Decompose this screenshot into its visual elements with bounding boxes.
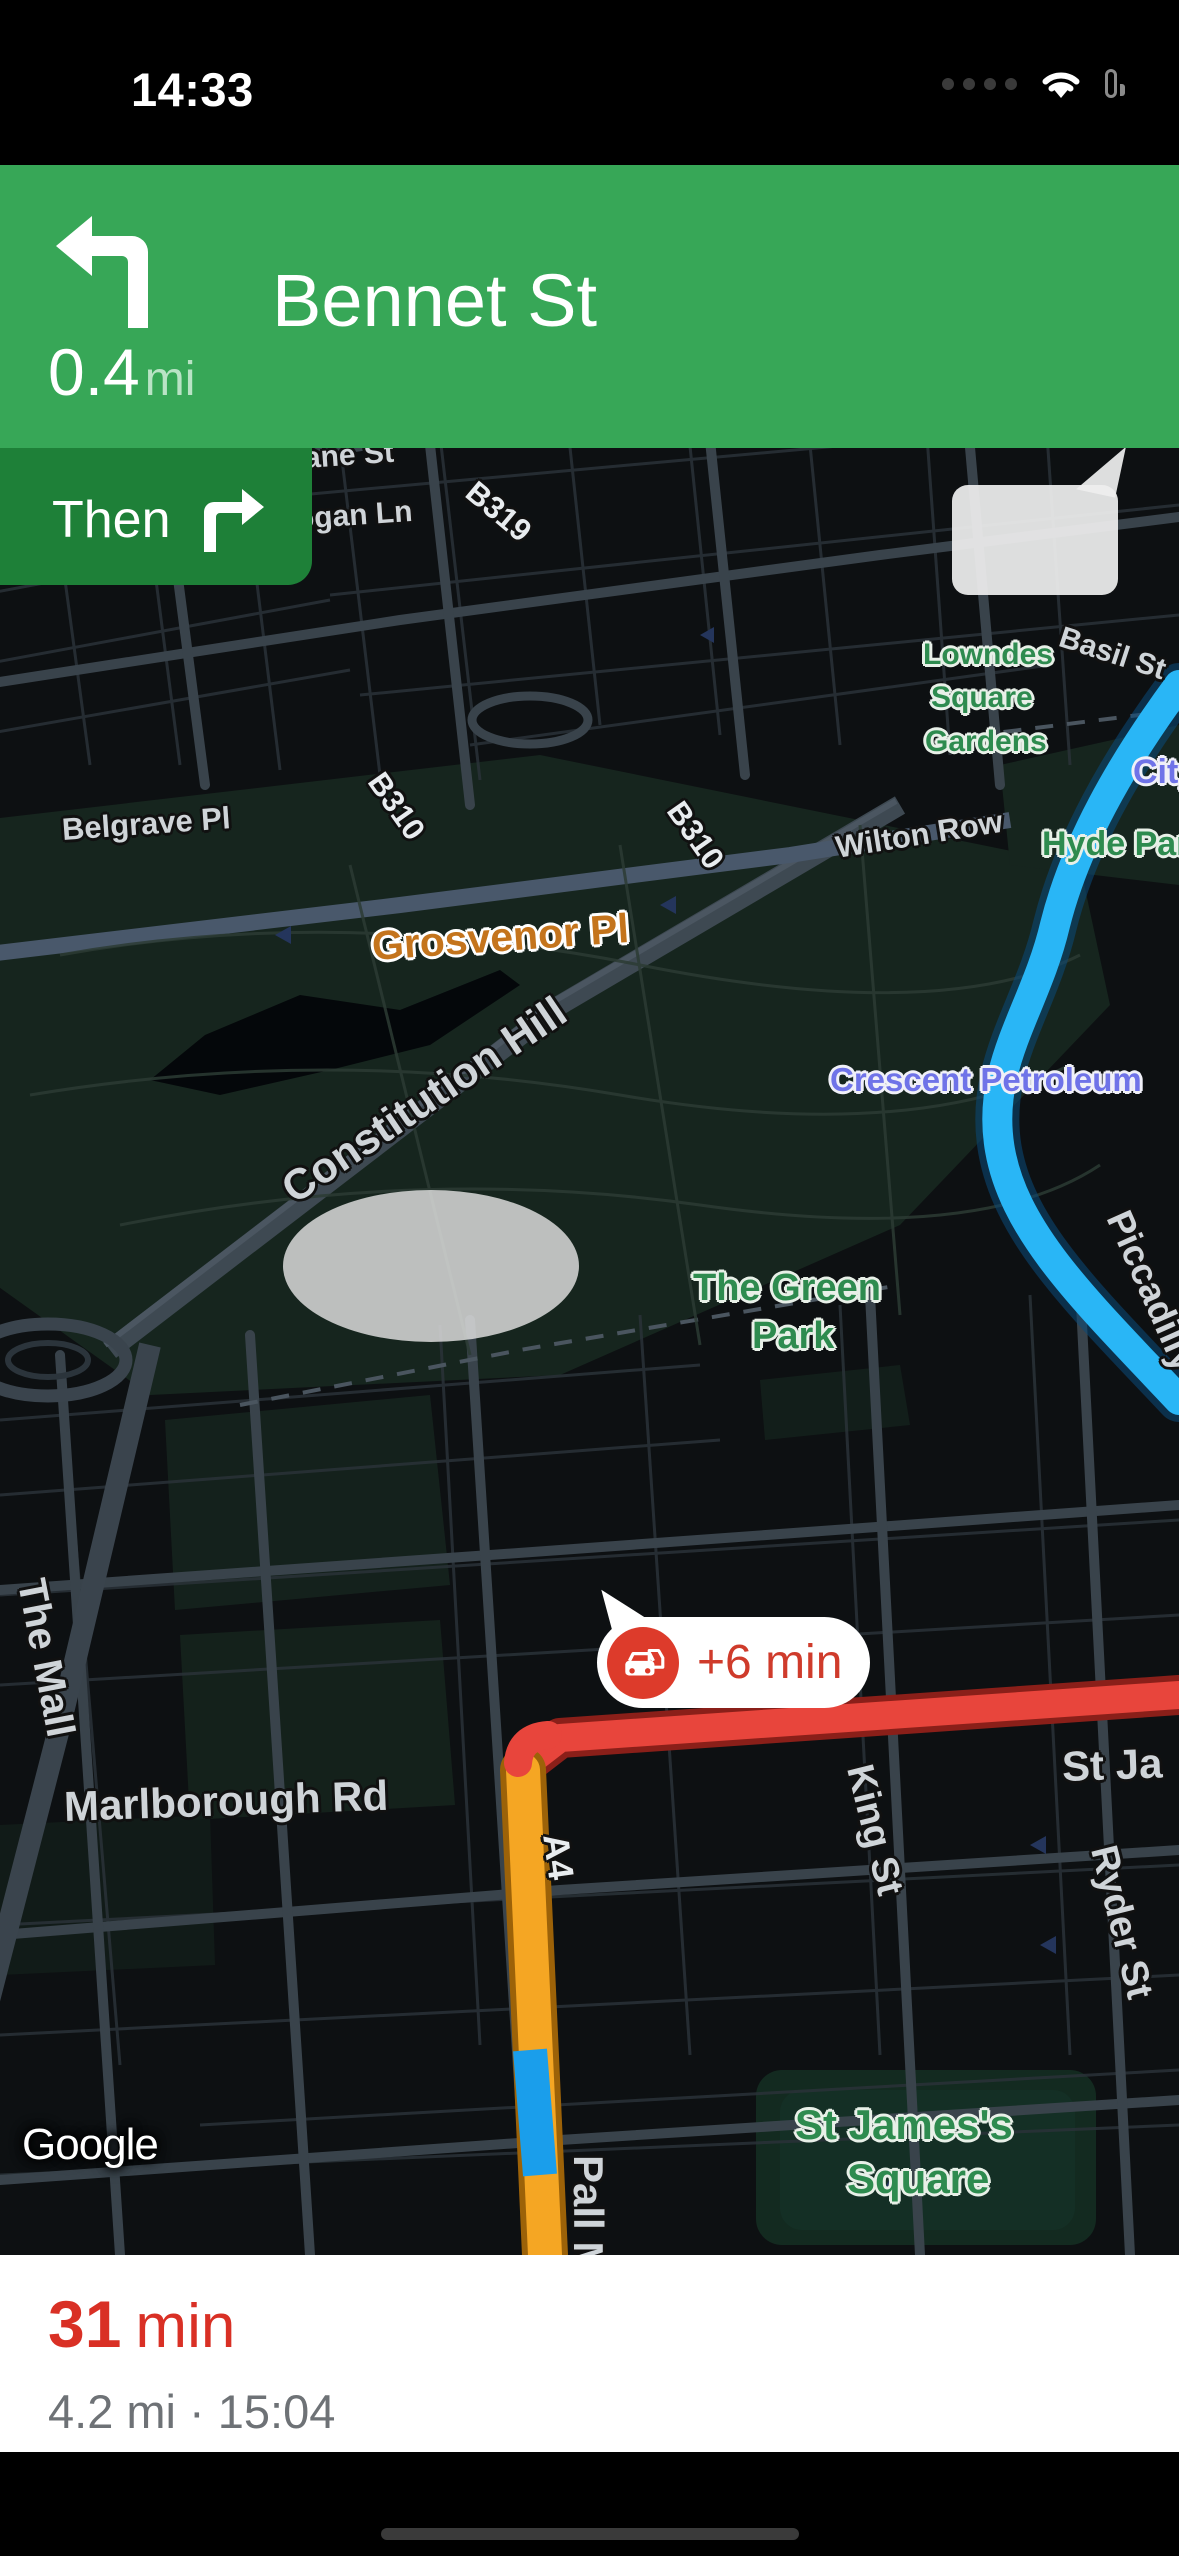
eta-minutes-unit: min bbox=[135, 2292, 236, 2361]
home-indicator[interactable] bbox=[380, 2528, 799, 2540]
location-accuracy-halo bbox=[283, 1190, 579, 1342]
navigation-screen: ane St ogan Ln B319 Belgrave Pl B310 B310 Lown… bbox=[0, 0, 1179, 2556]
battery-icon bbox=[1105, 69, 1125, 98]
traffic-delay-label: +6 min bbox=[697, 1636, 843, 1689]
status-bar: 14:33 bbox=[0, 0, 1179, 165]
alternate-route-bubble[interactable] bbox=[952, 438, 1126, 595]
traffic-delay-pill[interactable]: +6 min bbox=[597, 1577, 871, 1708]
distance-value: 0.4 bbox=[48, 335, 140, 409]
route-traversed bbox=[513, 2048, 557, 2177]
cellular-dots-icon bbox=[942, 78, 1017, 90]
next-street-name: Bennet St bbox=[272, 259, 598, 342]
status-time: 14:33 bbox=[131, 63, 254, 116]
status-icons bbox=[942, 68, 1125, 100]
eta-minutes: 31 bbox=[48, 2287, 122, 2361]
eta-line: 31 min bbox=[48, 2291, 235, 2362]
distance-to-turn: 0.4 mi bbox=[48, 339, 195, 407]
distance-unit: mi bbox=[144, 353, 196, 406]
trip-details: 4.2 mi · 15:04 bbox=[48, 2385, 336, 2438]
traffic-jam-icon bbox=[607, 1626, 679, 1699]
route-moderate bbox=[506, 1753, 562, 2255]
home-bar-region bbox=[0, 2452, 1179, 2556]
wifi-icon bbox=[1039, 68, 1083, 100]
then-label: Then bbox=[52, 491, 171, 549]
turn-right-arrow-icon bbox=[204, 489, 264, 552]
google-watermark: Google bbox=[22, 2120, 159, 2169]
turn-left-arrow-icon bbox=[56, 216, 148, 328]
